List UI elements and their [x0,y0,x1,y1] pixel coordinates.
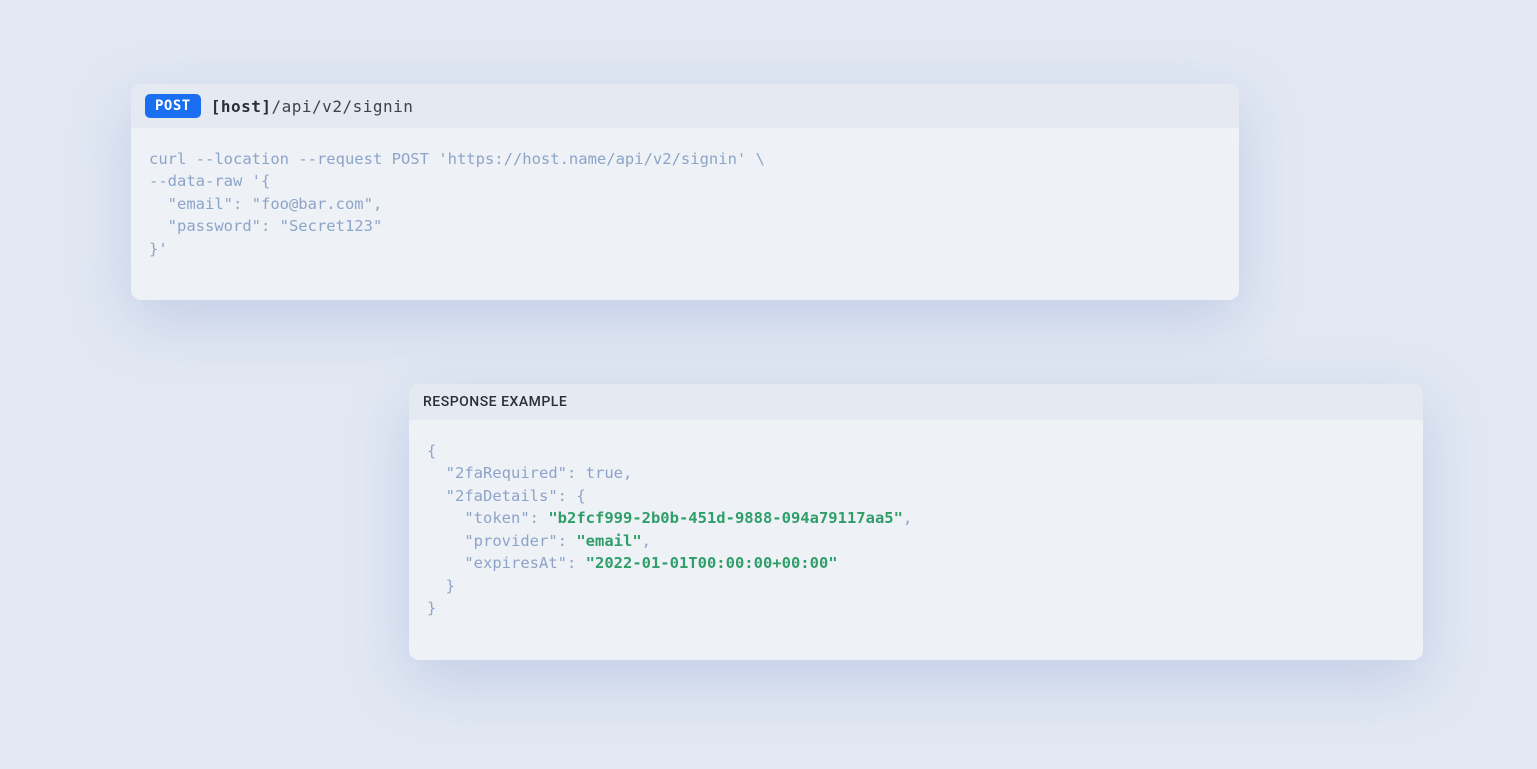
request-code-block: curl --location --request POST 'https://… [149,148,1221,260]
response-header: RESPONSE EXAMPLE [409,384,1423,420]
endpoint-route: /api/v2/signin [272,97,414,116]
request-card: POST [host]/api/v2/signin curl --locatio… [131,84,1239,300]
response-body: { "2faRequired": true, "2faDetails": { "… [409,420,1423,660]
http-method-badge: POST [145,94,201,118]
endpoint-path: [host]/api/v2/signin [211,97,414,116]
endpoint-host: [host] [211,97,272,116]
response-code-block: { "2faRequired": true, "2faDetails": { "… [427,440,1405,620]
response-title: RESPONSE EXAMPLE [423,394,567,410]
request-body: curl --location --request POST 'https://… [131,128,1239,300]
response-card: RESPONSE EXAMPLE { "2faRequired": true, … [409,384,1423,660]
request-header: POST [host]/api/v2/signin [131,84,1239,128]
